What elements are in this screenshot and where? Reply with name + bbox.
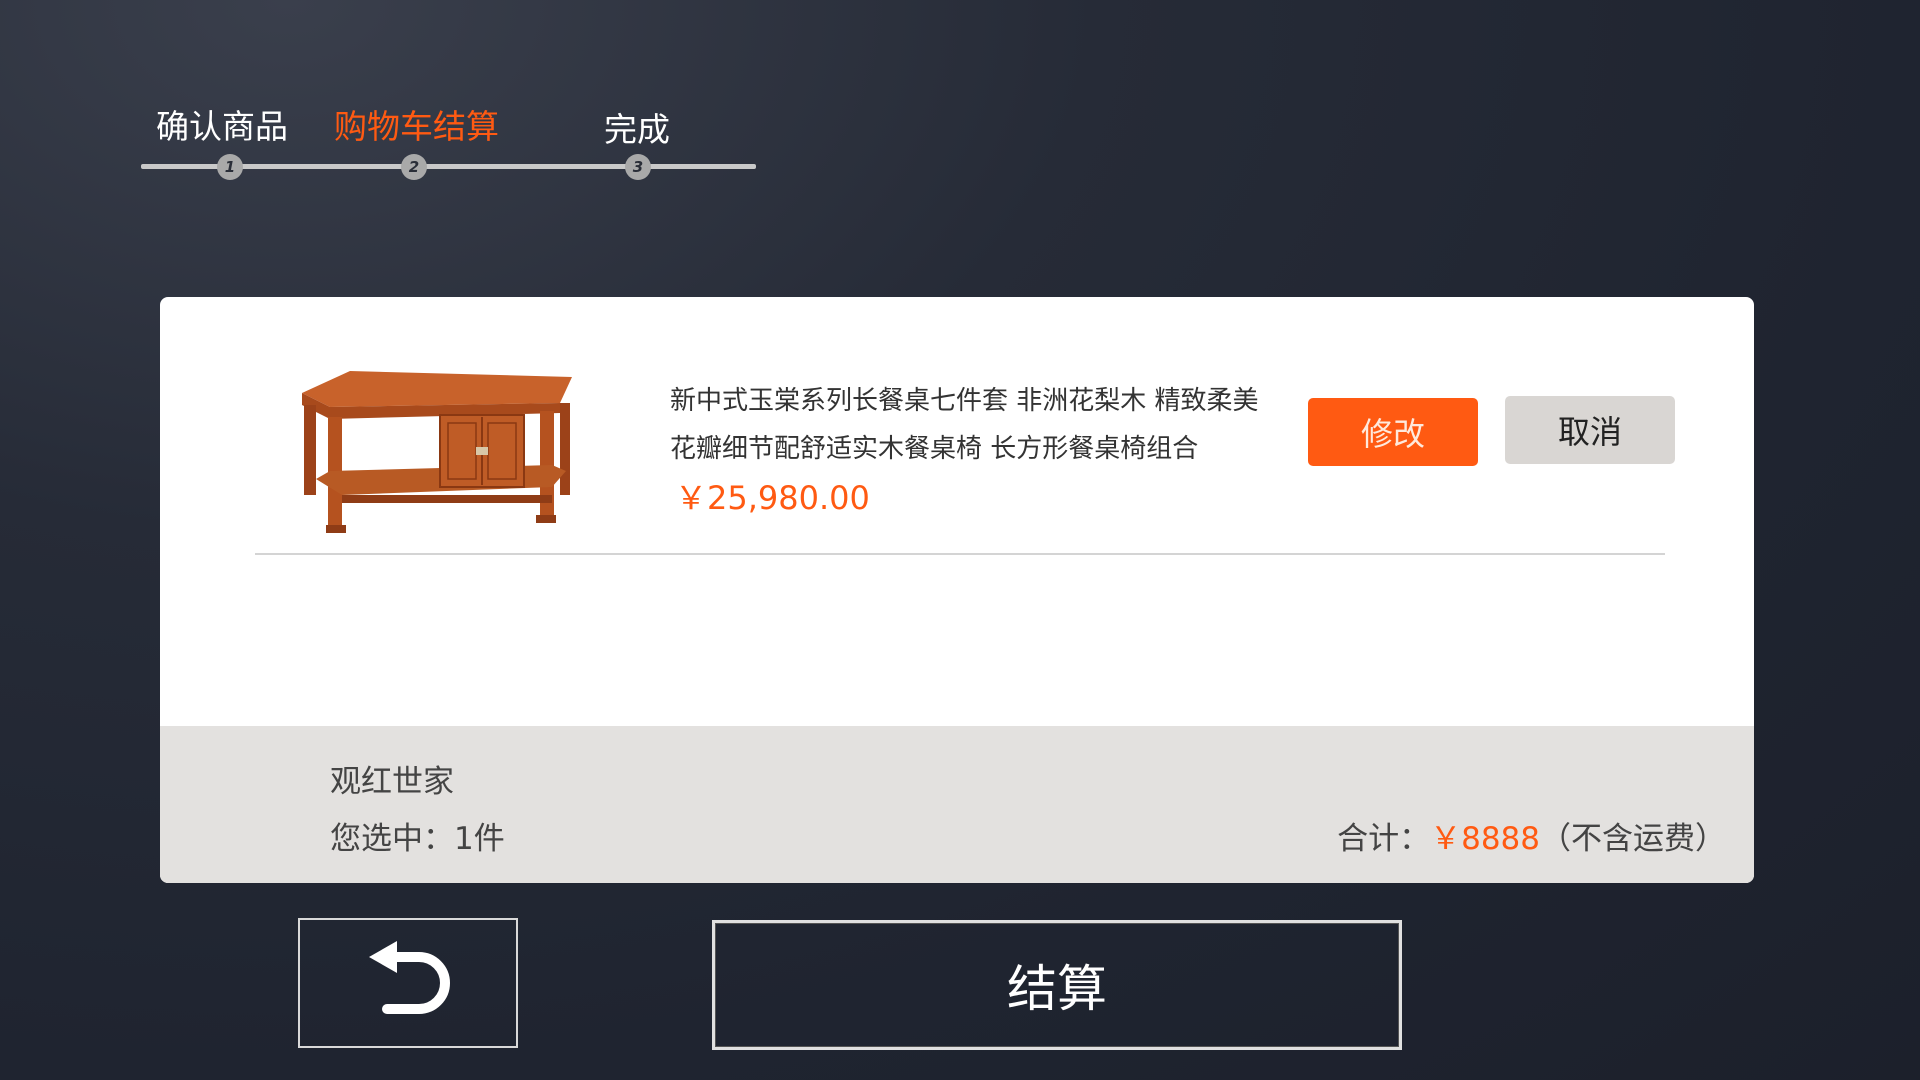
step-1-dot: 1 [217, 154, 243, 180]
cart-summary: 观红世家 您选中：1件 合计：￥8888（不含运费） [160, 726, 1754, 883]
cart-item-price: ￥25,980.00 [675, 479, 870, 517]
item-divider [255, 553, 1665, 555]
checkout-button[interactable]: 结算 [712, 920, 1402, 1050]
step-2-dot: 2 [401, 154, 427, 180]
step-3-dot: 3 [625, 154, 651, 180]
back-button[interactable] [298, 918, 518, 1048]
total-prefix: 合计： [1337, 821, 1431, 857]
undo-arrow-icon [363, 941, 453, 1025]
modify-button[interactable]: 修改 [1308, 398, 1478, 466]
step-confirm-label: 确认商品 [156, 107, 288, 146]
order-total: 合计：￥8888（不含运费） [1337, 813, 1726, 858]
step-cart-checkout-label: 购物车结算 [334, 107, 499, 146]
total-amount: ￥8888 [1430, 821, 1540, 857]
step-complete-label: 完成 [604, 110, 670, 149]
rosewood-coffee-table-image [290, 367, 590, 537]
cart-card: 新中式玉棠系列长餐桌七件套 非洲花梨木 精致柔美花瓣细节配舒适实木餐桌椅 长方形… [160, 297, 1754, 883]
cart-item-name: 新中式玉棠系列长餐桌七件套 非洲花梨木 精致柔美花瓣细节配舒适实木餐桌椅 长方形… [670, 386, 1259, 464]
total-suffix: （不含运费） [1540, 821, 1726, 857]
shop-name: 观红世家 [330, 764, 454, 800]
selected-count: 您选中：1件 [330, 821, 505, 857]
cancel-button[interactable]: 取消 [1505, 396, 1675, 464]
checkout-stepper: 确认商品 购物车结算 完成 1 2 3 [0, 0, 800, 200]
